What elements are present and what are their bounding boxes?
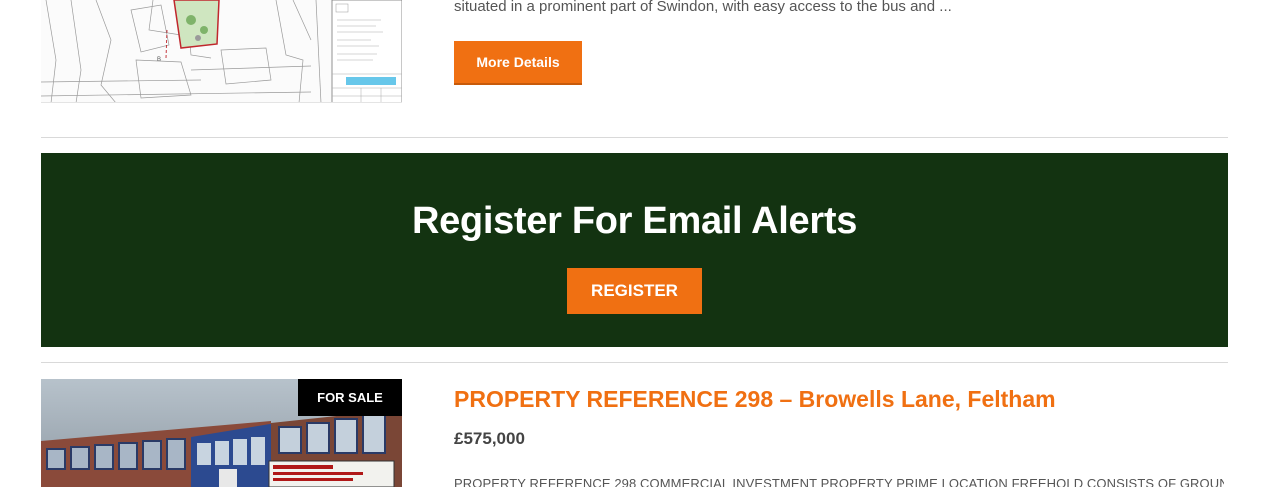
property-price: £575,000 bbox=[454, 429, 525, 448]
svg-text:B: B bbox=[157, 57, 161, 63]
divider bbox=[41, 137, 1228, 138]
divider bbox=[41, 362, 1228, 363]
email-alerts-title: Register For Email Alerts bbox=[411, 200, 858, 242]
email-alerts-banner: Register For Email Alerts REGISTER bbox=[41, 153, 1228, 347]
more-details-button[interactable]: More Details bbox=[454, 41, 582, 85]
for-sale-badge: FOR SALE bbox=[298, 379, 402, 416]
property-excerpt: PROPERTY REFERENCE 298 COMMERCIAL INVEST… bbox=[454, 476, 1224, 487]
register-button[interactable]: REGISTER bbox=[567, 268, 702, 314]
site-plan-thumbnail[interactable]: B bbox=[41, 0, 402, 103]
listing-excerpt: situated in a prominent part of Swindon,… bbox=[454, 0, 952, 15]
previous-listing: B situated in a prominent part of Swindo bbox=[0, 0, 1269, 137]
property-title-link[interactable]: PROPERTY REFERENCE 298 – Browells Lane, … bbox=[454, 386, 1056, 413]
